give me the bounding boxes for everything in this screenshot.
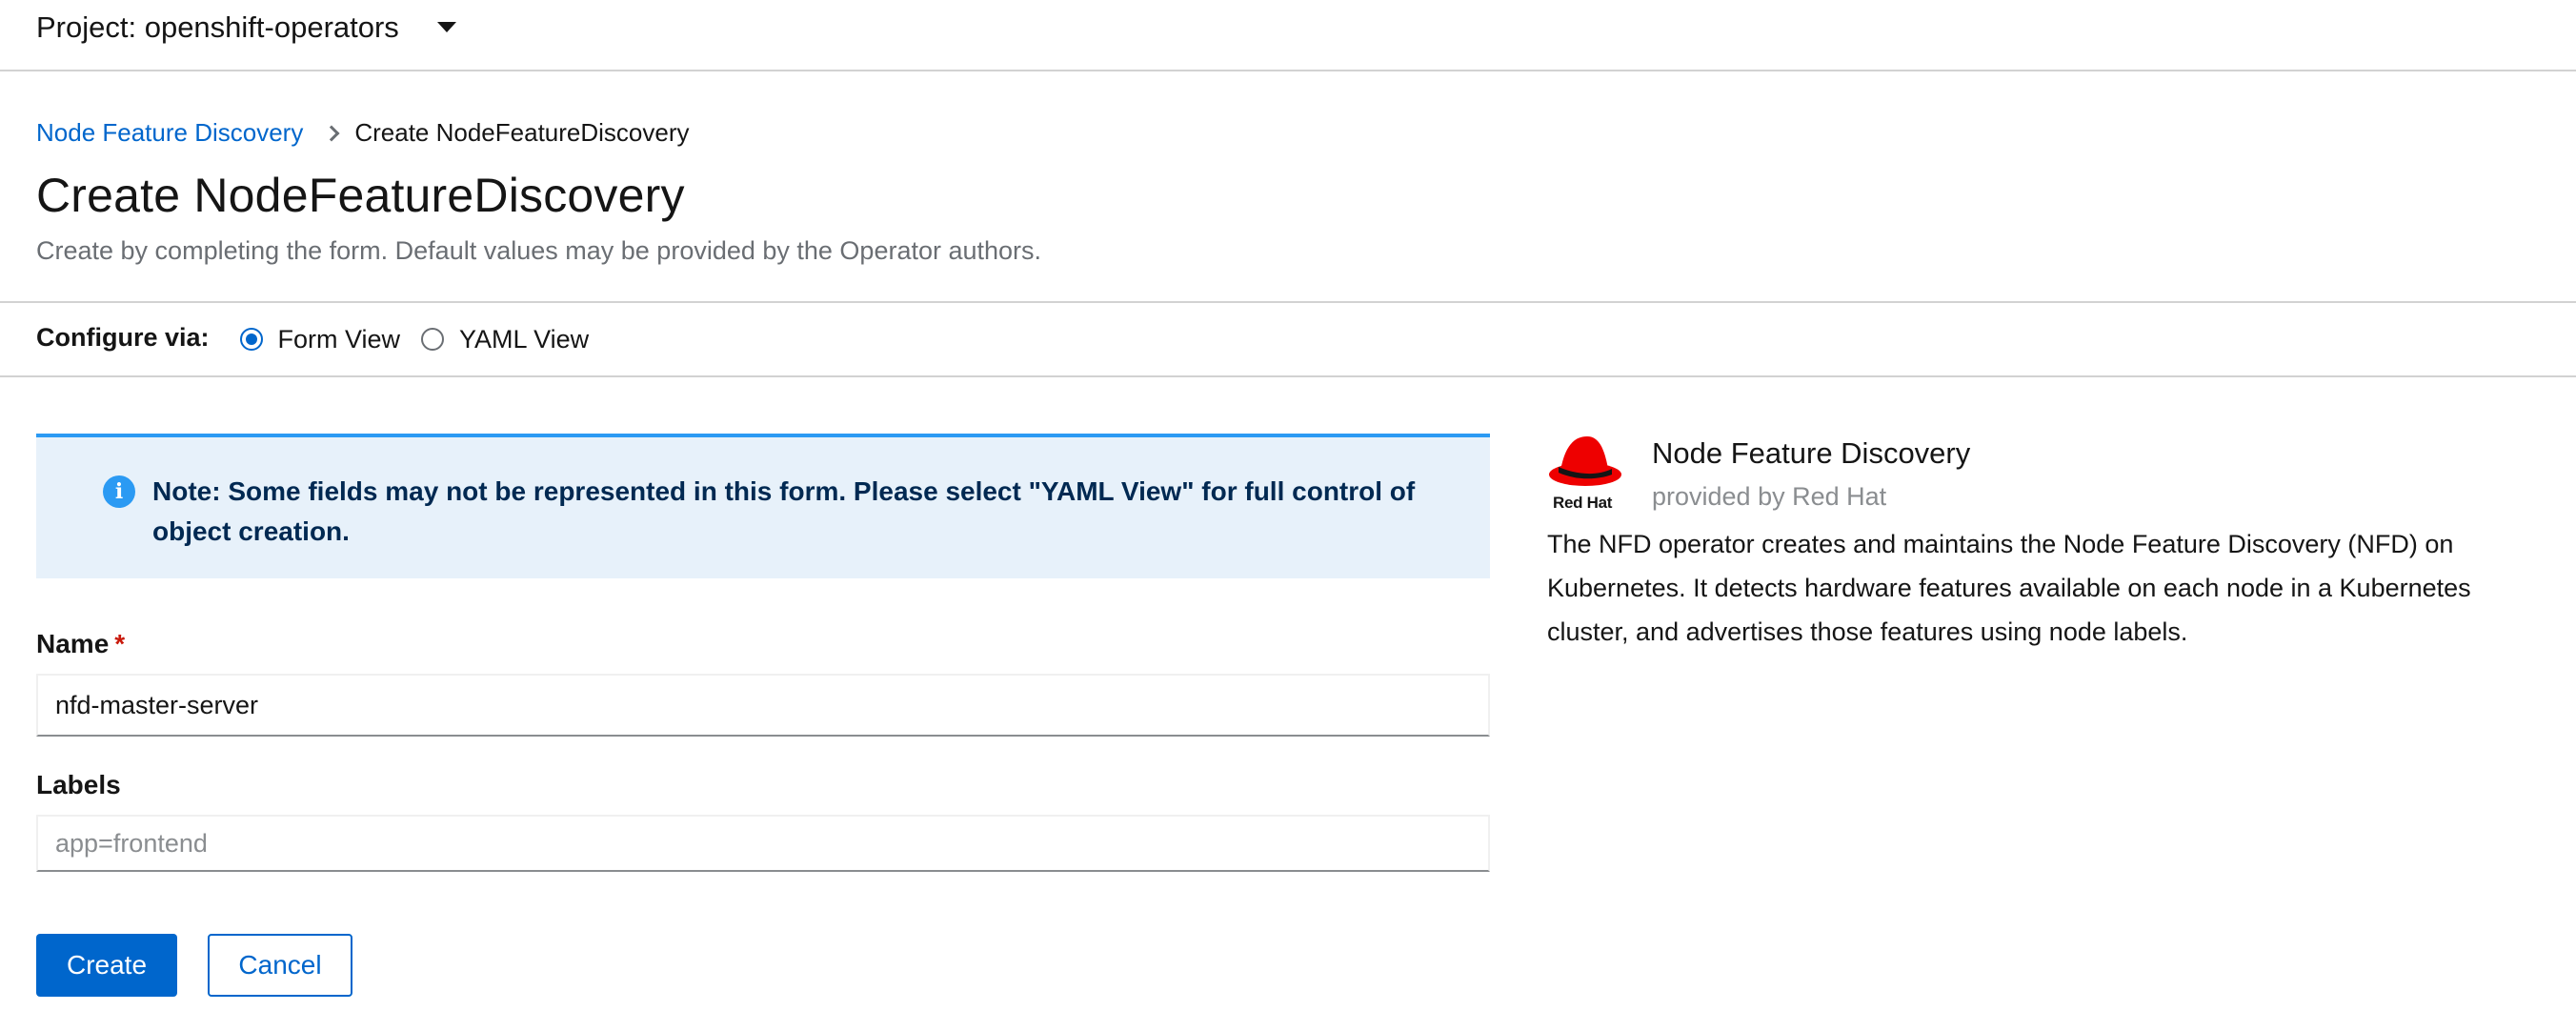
radio-yaml-view[interactable]: YAML View	[421, 325, 589, 354]
project-label: Project: openshift-operators	[36, 10, 399, 44]
name-field-label: Name *	[36, 629, 125, 659]
configure-via-bar: Configure via: Form View YAML View	[0, 301, 2576, 377]
labels-field-label: Labels	[36, 770, 121, 799]
radio-form-view[interactable]: Form View	[239, 324, 401, 354]
redhat-wordmark: Red Hat	[1553, 494, 1613, 512]
cancel-button[interactable]: Cancel	[208, 934, 352, 997]
configure-via-label: Configure via:	[36, 322, 210, 352]
operator-name: Node Feature Discovery	[1652, 436, 1971, 470]
operator-provider: provided by Red Hat	[1652, 482, 1887, 511]
project-bar: Project: openshift-operators	[0, 0, 2576, 71]
redhat-logo: Red Hat	[1547, 431, 1627, 516]
radio-button-form-view[interactable]	[239, 328, 263, 351]
breadcrumb: Node Feature Discovery Create NodeFeatur…	[36, 118, 690, 148]
redhat-hat-icon	[1549, 436, 1621, 486]
required-asterisk: *	[114, 629, 126, 658]
breadcrumb-link-operator[interactable]: Node Feature Discovery	[36, 118, 303, 148]
radio-label-yaml-view: YAML View	[459, 324, 590, 354]
alert-text: Note: Some fields may not be represented…	[152, 476, 1416, 546]
name-label-text: Name	[36, 629, 110, 658]
project-switcher[interactable]: Project: openshift-operators	[36, 10, 456, 45]
page-subtitle: Create by completing the form. Default v…	[36, 236, 1042, 265]
create-button[interactable]: Create	[36, 934, 177, 997]
labels-input[interactable]	[36, 815, 1490, 872]
radio-label-form-view: Form View	[277, 324, 401, 354]
info-alert: i Note: Some fields may not be represent…	[36, 434, 1490, 578]
breadcrumb-current: Create NodeFeatureDiscovery	[354, 118, 690, 147]
page-title: Create NodeFeatureDiscovery	[36, 169, 685, 222]
radio-button-yaml-view[interactable]	[421, 328, 445, 351]
operator-description: The NFD operator creates and maintains t…	[1547, 530, 2471, 646]
chevron-right-icon	[323, 125, 340, 141]
caret-down-icon	[436, 22, 456, 32]
info-icon: i	[103, 475, 135, 508]
name-input[interactable]	[36, 674, 1490, 737]
